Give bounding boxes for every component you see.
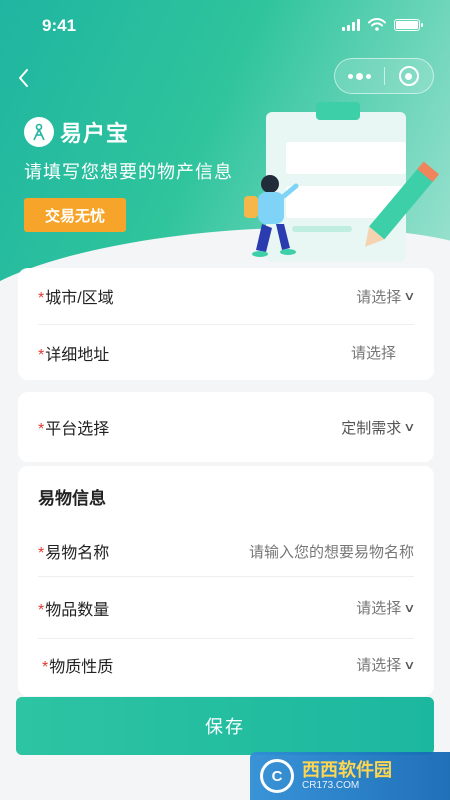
item-quantity-select[interactable]: 请选择 ∨ xyxy=(356,597,416,618)
platform-select[interactable]: 定制需求 ∨ xyxy=(341,417,416,438)
mini-program-capsule xyxy=(334,58,434,94)
city-region-label: *城市/区域 xyxy=(38,290,114,307)
watermark-logo: C xyxy=(260,759,294,793)
status-time: 9:41 xyxy=(42,16,77,35)
item-nature-row[interactable]: *物质性质 请选择 ∨ xyxy=(38,638,416,690)
city-region-row[interactable]: *城市/区域 请选择 ∨ xyxy=(38,268,416,324)
item-info-title: 易物信息 xyxy=(38,488,106,508)
back-chevron-icon xyxy=(19,69,28,87)
status-bar: 9:41 xyxy=(0,0,450,50)
detail-address-row[interactable]: *详细地址 请选择 xyxy=(38,324,414,380)
record-circle-icon xyxy=(398,66,419,86)
more-button[interactable] xyxy=(335,59,384,93)
location-card: *城市/区域 请选择 ∨ *详细地址 请选择 xyxy=(18,268,434,380)
watermark-main-text: 西西软件园 xyxy=(302,759,392,780)
close-button[interactable] xyxy=(384,59,433,93)
detail-address-label: *详细地址 xyxy=(38,346,110,364)
required-mark: * xyxy=(38,346,45,364)
trade-badge-button[interactable]: 交易无忧 xyxy=(24,198,126,232)
required-mark: * xyxy=(38,290,45,307)
status-icons xyxy=(342,18,423,31)
hero-tagline: 请填写您想要的物产信息 xyxy=(24,162,233,182)
required-mark: * xyxy=(38,421,45,438)
item-name-label: *易物名称 xyxy=(38,545,110,562)
platform-card: *平台选择 定制需求 ∨ xyxy=(18,392,434,462)
item-quantity-label: *物品数量 xyxy=(38,601,110,619)
chevron-down-icon: ∨ xyxy=(403,420,416,434)
item-name-row[interactable]: *易物名称 请输入您的想要易物名称 xyxy=(38,526,414,576)
battery-icon xyxy=(394,18,423,31)
watermark-sub-text: CR173.COM xyxy=(302,780,360,792)
platform-row[interactable]: *平台选择 定制需求 ∨ xyxy=(38,392,416,462)
item-nature-label: *物质性质 xyxy=(42,658,114,676)
item-name-input[interactable]: 请输入您的想要易物名称 xyxy=(249,541,414,562)
item-nature-select[interactable]: 请选择 ∨ xyxy=(356,654,416,675)
required-mark: * xyxy=(42,658,49,676)
chevron-down-icon: ∨ xyxy=(403,657,416,672)
back-button[interactable] xyxy=(16,66,40,94)
save-button[interactable]: 保存 xyxy=(16,697,434,755)
detail-address-select[interactable]: 请选择 xyxy=(351,342,396,363)
more-dots-icon xyxy=(347,73,353,79)
chevron-down-icon: ∨ xyxy=(403,289,416,303)
brand-name: 易户宝 xyxy=(60,121,130,146)
platform-label: *平台选择 xyxy=(38,421,110,438)
required-mark: * xyxy=(38,601,45,619)
clipboard-person-illustration xyxy=(244,102,440,262)
city-region-select[interactable]: 请选择 ∨ xyxy=(356,286,416,307)
signal-icon xyxy=(342,18,360,31)
required-mark: * xyxy=(38,545,45,562)
wifi-icon xyxy=(368,18,386,31)
brand: 易户宝 xyxy=(24,116,129,148)
site-watermark: C 西西软件园 CR173.COM xyxy=(250,752,450,800)
chevron-down-icon: ∨ xyxy=(403,600,416,615)
tower-logo-icon xyxy=(24,117,54,147)
item-quantity-row[interactable]: *物品数量 请选择 ∨ xyxy=(38,576,416,638)
item-info-card: 易物信息 *易物名称 请输入您的想要易物名称 *物品数量 请选择 ∨ *物质性质 … xyxy=(18,466,434,696)
